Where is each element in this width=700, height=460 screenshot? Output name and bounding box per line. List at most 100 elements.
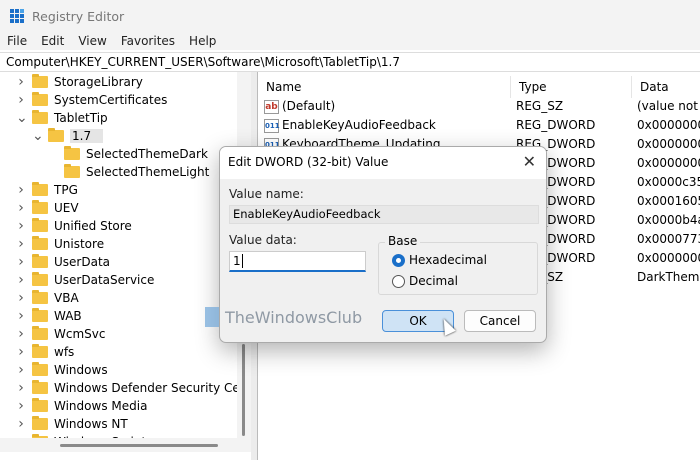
address-bar[interactable]: Computer\HKEY_CURRENT_USER\Software\Micr…	[0, 52, 700, 72]
folder-icon	[32, 92, 48, 106]
value-name-field: EnableKeyAudioFeedback	[229, 205, 539, 224]
tree-node[interactable]: ⌄ 1.7	[32, 127, 104, 145]
tree-node[interactable]: SelectedThemeDark	[48, 145, 208, 163]
tree-node[interactable]: › WAB	[16, 307, 82, 325]
tree-node-label: WcmSvc	[54, 327, 106, 341]
folder-icon	[64, 146, 80, 160]
value-name: EnableKeyAudioFeedback	[282, 118, 436, 132]
chevron-right-icon[interactable]: ›	[16, 380, 26, 396]
window-title: Registry Editor	[32, 8, 125, 24]
chevron-right-icon[interactable]: ›	[16, 218, 26, 234]
chevron-down-icon[interactable]: ⌄	[16, 110, 28, 126]
folder-icon	[32, 380, 48, 394]
value-data-input[interactable]: 1	[229, 251, 366, 272]
tree-node[interactable]: › Unistore	[16, 235, 104, 253]
folder-icon	[64, 164, 80, 178]
tree-node-label: wfs	[54, 345, 75, 359]
value-data-label: Value data:	[229, 233, 297, 247]
chevron-right-icon[interactable]: ›	[16, 200, 26, 216]
tree-node[interactable]: › UEV	[16, 199, 79, 217]
folder-icon	[32, 182, 48, 196]
tree-node-label: Windows Media	[54, 399, 148, 413]
value-data: 0x00016052	[637, 194, 700, 208]
chevron-right-icon[interactable]: ›	[16, 290, 26, 306]
tree-node-label: UserData	[54, 255, 111, 269]
list-row[interactable]: ab(Default) REG_SZ (value not set)	[258, 97, 700, 116]
list-row[interactable]: 011 EnableKeyAudioFeedback REG_DWORD 0x0000…	[258, 116, 700, 135]
tree-node-label: Windows	[54, 363, 108, 377]
edit-dword-dialog: Edit DWORD (32-bit) Value ✕ Value name: …	[219, 146, 547, 343]
menu-help[interactable]: Help	[182, 32, 223, 50]
folder-icon	[32, 254, 48, 268]
close-icon[interactable]: ✕	[523, 147, 536, 177]
tree-node[interactable]: › Windows Defender Security Center	[16, 379, 237, 397]
chevron-right-icon[interactable]: ›	[16, 344, 26, 360]
tree-node[interactable]: › Windows Media	[16, 397, 147, 415]
chevron-right-icon[interactable]: ›	[16, 362, 26, 378]
column-header-data[interactable]: Data	[632, 76, 700, 98]
binary-value-icon: 011	[264, 118, 280, 133]
chevron-right-icon[interactable]: ›	[16, 182, 26, 198]
tree-node[interactable]: › WcmSvc	[16, 325, 105, 343]
decimal-radio[interactable]: Decimal	[392, 274, 458, 288]
tree-node-label: StorageLibrary	[54, 75, 143, 89]
chevron-down-icon[interactable]: ⌄	[32, 128, 44, 144]
chevron-right-icon[interactable]: ›	[16, 254, 26, 270]
tree-horizontal-scrollbar[interactable]	[0, 438, 251, 452]
folder-icon	[32, 344, 48, 358]
tree-node-label: TabletTip	[54, 111, 108, 125]
tree-node[interactable]: › Windows NT	[16, 415, 128, 433]
scroll-thumb[interactable]	[242, 344, 245, 436]
chevron-right-icon[interactable]: ›	[16, 74, 26, 90]
chevron-right-icon[interactable]: ›	[16, 92, 26, 108]
string-value-icon: ab	[264, 99, 279, 114]
tree-node[interactable]: › wfs	[16, 343, 74, 361]
chevron-right-icon[interactable]: ›	[16, 236, 26, 252]
tree-node-label: SystemCertificates	[54, 93, 168, 107]
cancel-button[interactable]: Cancel	[464, 310, 536, 332]
tree-node[interactable]: › TPG	[16, 181, 78, 199]
chevron-right-icon[interactable]: ›	[16, 308, 26, 324]
value-data: 0x00000000	[637, 118, 700, 132]
folder-icon	[32, 416, 48, 430]
folder-icon	[32, 362, 48, 376]
column-header-type[interactable]: Type	[511, 76, 632, 98]
column-header-name[interactable]: Name	[258, 76, 511, 98]
value-name: (Default)	[282, 99, 336, 113]
tree-node-label: UserDataService	[54, 273, 155, 287]
menu-view[interactable]: View	[71, 32, 113, 50]
menu-file[interactable]: File	[0, 32, 34, 50]
tree-node-label: SelectedThemeLight	[86, 165, 210, 179]
chevron-right-icon[interactable]: ›	[16, 416, 26, 432]
value-data: DarkTheme	[637, 270, 700, 284]
chevron-right-icon[interactable]: ›	[16, 272, 26, 288]
tree-node-label: 1.7	[70, 129, 104, 143]
tree-node-label: TPG	[54, 183, 78, 197]
folder-icon	[32, 110, 48, 124]
value-type: REG_DWORD	[516, 118, 596, 132]
chevron-right-icon[interactable]: ›	[16, 398, 26, 414]
tree-node[interactable]: › SystemCertificates	[16, 91, 167, 109]
value-name-label: Value name:	[229, 187, 304, 201]
folder-icon	[48, 128, 64, 142]
folder-icon	[32, 272, 48, 286]
hexadecimal-radio[interactable]: Hexadecimal	[392, 253, 487, 267]
scroll-thumb[interactable]	[60, 444, 218, 447]
tree-node[interactable]: › UserDataService	[16, 271, 154, 289]
tree-node-label: WAB	[54, 309, 82, 323]
menu-favorites[interactable]: Favorites	[114, 32, 182, 50]
tree-node[interactable]: › StorageLibrary	[16, 73, 143, 91]
tree-node[interactable]: › VBA	[16, 289, 79, 307]
tree-node[interactable]: ⌄ TabletTip	[16, 109, 108, 127]
chevron-right-icon[interactable]: ›	[16, 326, 26, 342]
folder-icon	[32, 200, 48, 214]
folder-icon	[32, 74, 48, 88]
radio-empty-icon	[392, 274, 405, 288]
menu-bar: File Edit View Favorites Help	[0, 32, 700, 50]
folder-icon	[32, 218, 48, 232]
tree-node[interactable]: › Unified Store	[16, 217, 132, 235]
tree-node[interactable]: › UserData	[16, 253, 110, 271]
tree-node[interactable]: SelectedThemeLight	[48, 163, 209, 181]
menu-edit[interactable]: Edit	[34, 32, 71, 50]
tree-node[interactable]: › Windows	[16, 361, 108, 379]
